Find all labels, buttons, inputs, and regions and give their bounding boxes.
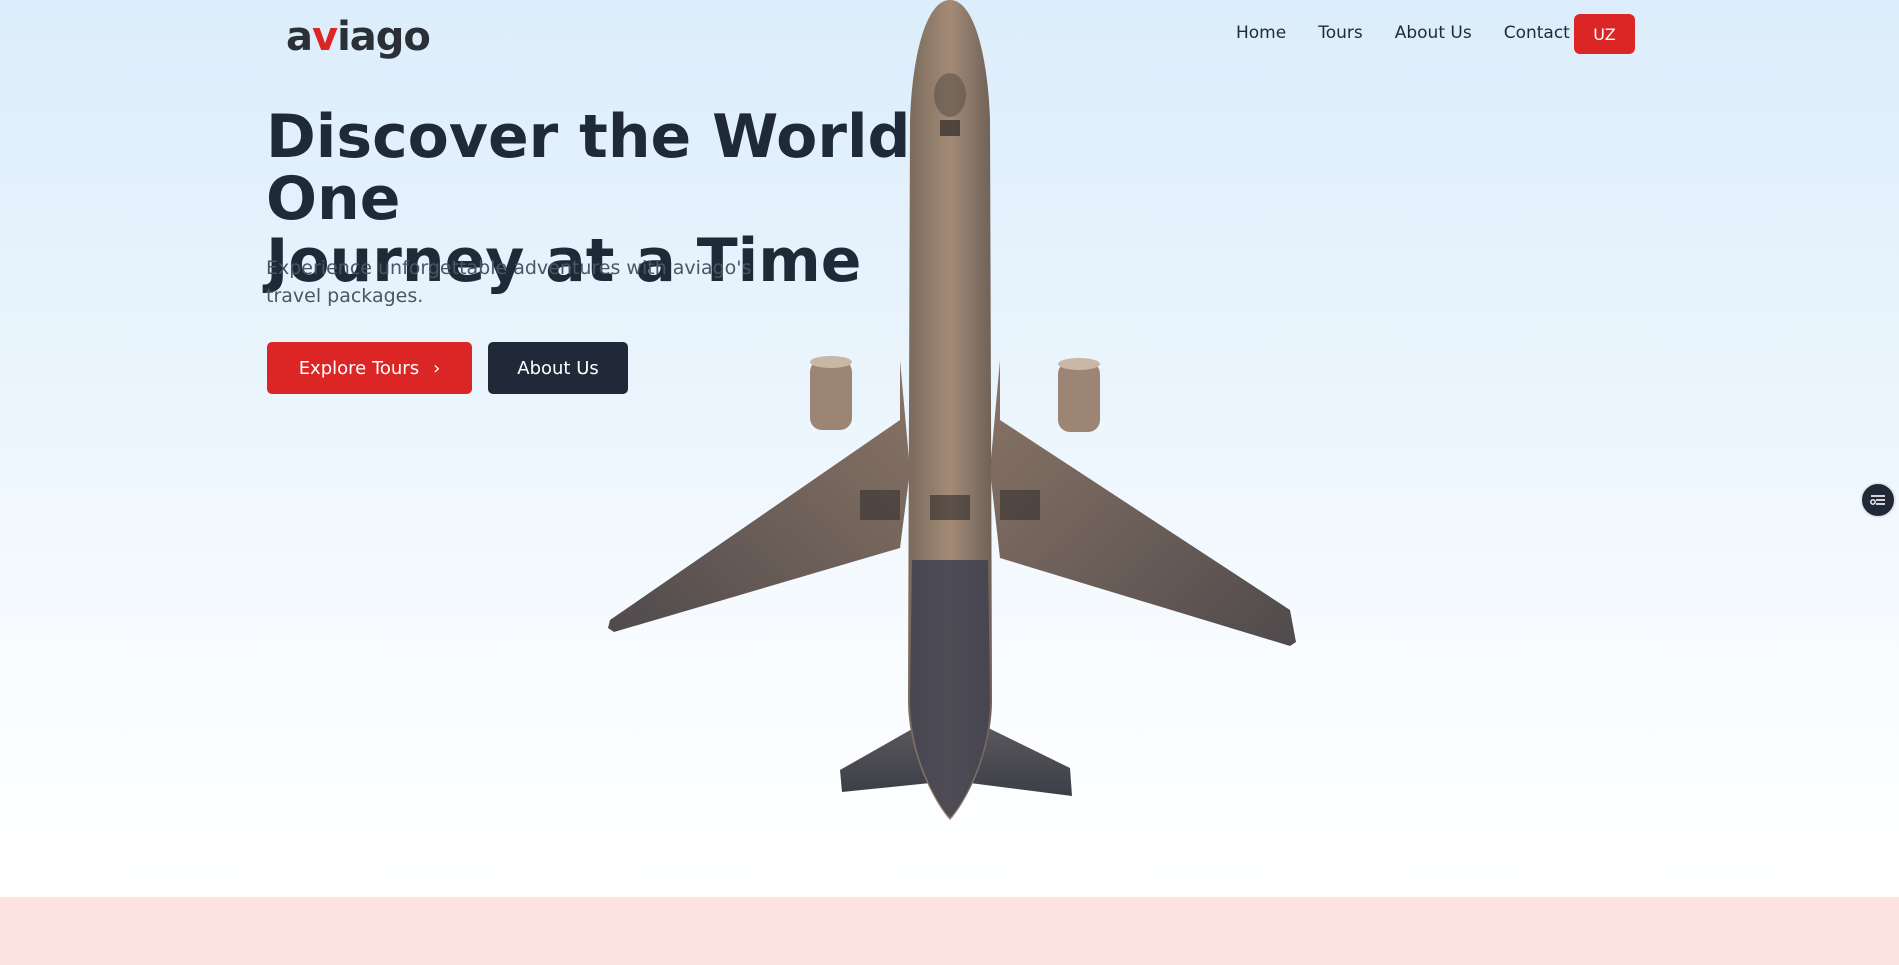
- about-us-button[interactable]: About Us: [488, 342, 628, 394]
- logo-text-post: iago: [337, 14, 431, 60]
- explore-tours-button[interactable]: Explore Tours ›: [267, 342, 472, 394]
- hero-section: aviago Home Tours About Us Contact UZ Di…: [0, 0, 1899, 897]
- settings-sliders-icon: [1870, 495, 1885, 505]
- nav-contact[interactable]: Contact: [1504, 22, 1570, 44]
- explore-tours-label: Explore Tours: [298, 357, 420, 379]
- logo-text-accent: v: [312, 14, 338, 60]
- nav-tours[interactable]: Tours: [1318, 22, 1363, 44]
- next-section-band: [0, 897, 1899, 965]
- chevron-right-icon: ›: [433, 357, 441, 379]
- logo[interactable]: aviago: [286, 12, 431, 62]
- settings-widget-button[interactable]: [1860, 482, 1896, 518]
- hero-subtitle: Experience unforgettable adventures with…: [266, 257, 752, 307]
- hero-headline-line1: Discover the World One: [266, 102, 911, 234]
- language-button[interactable]: UZ: [1574, 14, 1635, 54]
- nav-about-us[interactable]: About Us: [1395, 22, 1472, 44]
- logo-text-pre: a: [286, 14, 313, 60]
